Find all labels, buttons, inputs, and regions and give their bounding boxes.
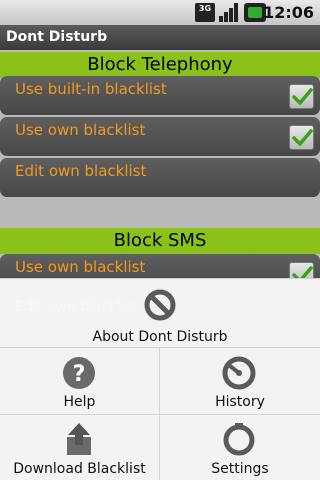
signal-strength-icon (219, 3, 239, 22)
checkmark-icon (292, 129, 313, 146)
app-title: Dont Disturb (0, 25, 320, 50)
pref-row-builtin-blacklist[interactable]: Use built-in blacklist (0, 76, 320, 115)
network-label: 3G (198, 4, 212, 13)
section-header-telephony: Block Telephony (0, 52, 320, 78)
checkbox-builtin-blacklist[interactable] (289, 84, 314, 109)
status-bar: 3G 12:06 (0, 0, 320, 25)
menu-help[interactable]: ? Help (0, 348, 159, 414)
menu-settings-label: Settings (211, 461, 269, 477)
menu-help-label: Help (63, 394, 96, 410)
pref-label: Edit own blacklist (15, 162, 147, 180)
checkbox-own-blacklist[interactable] (289, 125, 314, 150)
menu-history-label: History (215, 394, 265, 410)
section-header-sms: Block SMS (0, 228, 320, 254)
status-time: 12:06 (263, 3, 314, 22)
history-icon (222, 356, 256, 390)
menu-about[interactable]: About Dont Disturb (0, 279, 320, 347)
svg-text:?: ? (73, 362, 86, 387)
pref-label: Use built-in blacklist (15, 80, 167, 98)
settings-icon (223, 423, 255, 456)
pref-row-own-blacklist[interactable]: Use own blacklist (0, 117, 320, 156)
help-icon: ? (63, 357, 95, 389)
menu-about-label: About Dont Disturb (92, 329, 228, 345)
menu-download-label: Download Blacklist (13, 461, 146, 477)
menu-download-blacklist[interactable]: Download Blacklist (0, 415, 159, 480)
menu-history[interactable]: History (160, 348, 320, 414)
menu-settings[interactable]: Settings (160, 415, 320, 480)
network-3g-icon: 3G (195, 3, 215, 22)
pref-label: Use own blacklist (15, 121, 146, 139)
download-icon (67, 423, 91, 455)
checkmark-icon (292, 88, 313, 105)
block-icon (144, 289, 176, 321)
pref-row-edit-blacklist[interactable]: Edit own blacklist (0, 158, 320, 197)
pref-label: Use own blacklist (15, 258, 146, 276)
options-menu: Edit own blacklist About Dont Disturb ? … (0, 278, 320, 480)
